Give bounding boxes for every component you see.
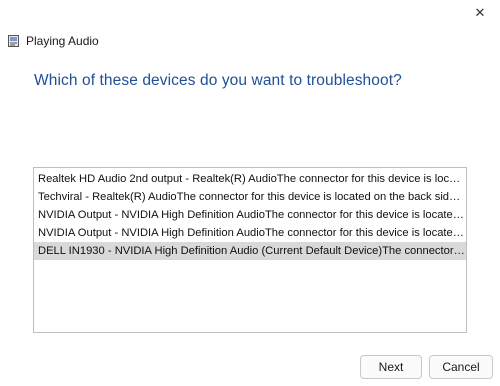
device-list[interactable]: Realtek HD Audio 2nd output - Realtek(R)… [33,167,467,333]
page-heading: Which of these devices do you want to tr… [34,72,402,89]
close-icon: ✕ [474,5,486,20]
device-list-item[interactable]: NVIDIA Output - NVIDIA High Definition A… [34,206,466,224]
device-list-item[interactable]: Realtek HD Audio 2nd output - Realtek(R)… [34,170,466,188]
device-list-item[interactable]: Techviral - Realtek(R) AudioThe connecto… [34,188,466,206]
device-list-item[interactable]: DELL IN1930 - NVIDIA High Definition Aud… [34,242,466,260]
troubleshooter-icon [8,35,19,47]
device-list-item[interactable]: NVIDIA Output - NVIDIA High Definition A… [34,224,466,242]
next-button[interactable]: Next [360,355,422,379]
cancel-button[interactable]: Cancel [429,355,493,379]
troubleshooter-window: ✕ Playing Audio Which of these devices d… [0,0,500,386]
close-button[interactable]: ✕ [460,0,500,26]
window-title-bar: Playing Audio [8,32,99,50]
window-title: Playing Audio [26,34,99,48]
